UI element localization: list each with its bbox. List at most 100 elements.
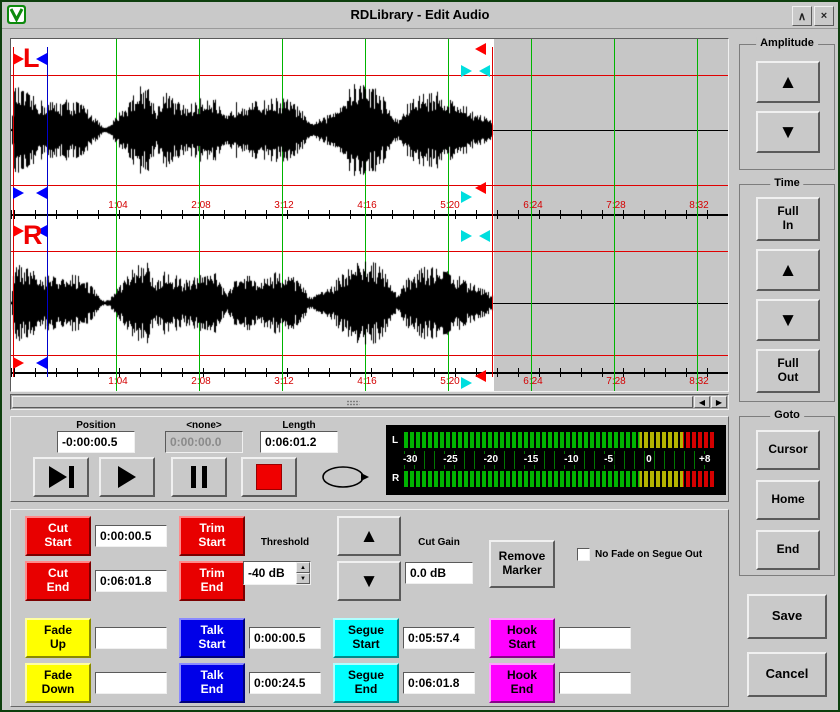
amplitude-group: Amplitude ▲ ▼ [739, 44, 835, 170]
amplitude-up-button[interactable]: ▲ [756, 61, 820, 103]
talk-end-mid-marker[interactable] [36, 187, 47, 199]
play-button[interactable] [99, 457, 155, 497]
segue-end-button[interactable]: Segue End [333, 663, 399, 703]
cut-start-button[interactable]: Cut Start [25, 516, 91, 556]
zoom-in-button[interactable]: ▲ [756, 249, 820, 291]
talk-end-field[interactable]: 0:00:24.5 [249, 672, 321, 694]
waveform-display[interactable]: 1:041:042:082:083:123:124:164:165:205:20… [10, 38, 729, 392]
segue-end-l-marker[interactable] [479, 65, 490, 77]
segue-start-b-marker[interactable] [461, 377, 472, 389]
segue-start-button[interactable]: Segue Start [333, 618, 399, 658]
time-group: Time Full In ▲ ▼ Full Out [739, 184, 835, 402]
talk-start-mid-marker[interactable] [13, 187, 24, 199]
cancel-button[interactable]: Cancel [747, 652, 827, 697]
loop-icon [317, 462, 369, 492]
meter-scale-label: -25 [442, 454, 458, 465]
hook-start-field[interactable] [559, 627, 631, 649]
goto-home-button[interactable]: Home [756, 480, 820, 520]
waveform-inner: 1:041:042:082:083:123:124:164:165:205:20… [11, 39, 728, 391]
threshold-spinner[interactable]: -40 dB ▲ ▼ [243, 561, 311, 585]
play-from-start-button[interactable] [33, 457, 89, 497]
scroll-right-button[interactable]: ▶ [711, 396, 727, 408]
cut-start-field[interactable]: 0:00:00.5 [95, 525, 167, 547]
talk-end-line[interactable] [47, 47, 48, 377]
pause-button[interactable] [171, 457, 227, 497]
gain-down-button[interactable]: ▼ [337, 561, 401, 601]
timeline-ticks-bottom [11, 368, 728, 377]
trim-end-button[interactable]: Trim End [179, 561, 245, 601]
meter-scale: -30-25-20-15-10-50+8 [404, 451, 714, 469]
talk-start-field[interactable]: 0:00:00.5 [249, 627, 321, 649]
threshold-spin-down[interactable]: ▼ [296, 573, 310, 584]
play-from-start-bar-icon [69, 466, 74, 488]
position-label: Position [51, 420, 141, 431]
cut-end-field[interactable]: 0:06:01.8 [95, 570, 167, 592]
gain-up-button[interactable]: ▲ [337, 516, 401, 556]
scroll-left-button[interactable]: ◀ [694, 396, 710, 408]
titlebar[interactable]: RDLibrary - Edit Audio ∧ × [2, 2, 838, 29]
trim-start-button[interactable]: Trim Start [179, 516, 245, 556]
save-button[interactable]: Save [747, 594, 827, 639]
fade-down-field[interactable] [95, 672, 167, 694]
amplitude-group-label: Amplitude [756, 37, 818, 49]
hook-end-button[interactable]: Hook End [489, 663, 555, 703]
shade-window-button[interactable]: ∧ [792, 6, 812, 26]
position-field[interactable]: -0:00:00.5 [57, 431, 135, 453]
zoom-out-button[interactable]: ▼ [756, 299, 820, 341]
cut-start-line[interactable] [13, 47, 14, 377]
segue-start-l-marker[interactable] [461, 65, 472, 77]
meter-scale-label: -15 [523, 454, 539, 465]
no-fade-checkbox[interactable] [577, 548, 590, 561]
full-in-button[interactable]: Full In [756, 197, 820, 241]
hook-start-button[interactable]: Hook Start [489, 618, 555, 658]
talk-start-button[interactable]: Talk Start [179, 618, 245, 658]
close-window-button[interactable]: × [814, 6, 834, 26]
scrollbar-thumb[interactable] [12, 396, 693, 408]
marker-time-field: 0:00:00.0 [165, 431, 243, 453]
play-icon [118, 466, 136, 488]
cut-start-b-marker[interactable] [13, 357, 24, 369]
talk-end-button[interactable]: Talk End [179, 663, 245, 703]
fade-down-button[interactable]: Fade Down [25, 663, 91, 703]
loop-button[interactable] [311, 457, 375, 497]
remove-marker-button[interactable]: Remove Marker [489, 540, 555, 588]
cut-end-button[interactable]: Cut End [25, 561, 91, 601]
zoom-in-icon: ▲ [779, 261, 798, 280]
amplitude-down-button[interactable]: ▼ [756, 111, 820, 153]
hook-end-field[interactable] [559, 672, 631, 694]
window-title: RDLibrary - Edit Audio [2, 7, 838, 22]
fade-up-field[interactable] [95, 627, 167, 649]
meter-right-label: R [392, 473, 402, 484]
talk-end-b-marker[interactable] [36, 357, 47, 369]
threshold-value[interactable]: -40 dB [248, 566, 285, 580]
meter-right-bar [404, 471, 714, 487]
segue-end-field[interactable]: 0:06:01.8 [403, 672, 475, 694]
cut-end-b-marker[interactable] [475, 370, 486, 382]
full-out-button[interactable]: Full Out [756, 349, 820, 393]
cut-end-l-marker[interactable] [475, 43, 486, 55]
meter-scale-label: -10 [563, 454, 579, 465]
segue-start-r-marker[interactable] [461, 230, 472, 242]
goto-group-label: Goto [770, 409, 804, 421]
segue-end-r-marker[interactable] [479, 230, 490, 242]
amplitude-down-icon: ▼ [779, 123, 798, 142]
goto-end-button[interactable]: End [756, 530, 820, 570]
meter-scale-label: +8 [698, 454, 711, 465]
stop-icon [256, 464, 282, 490]
stop-button[interactable] [241, 457, 297, 497]
waveform-scrollbar[interactable]: ◀ ▶ [10, 394, 729, 410]
scrollbar-grip [346, 400, 359, 406]
threshold-spin-up[interactable]: ▲ [296, 562, 310, 573]
length-label: Length [254, 420, 344, 431]
cut-gain-field[interactable]: 0.0 dB [405, 562, 473, 584]
cut-end-line[interactable] [492, 47, 493, 377]
goto-cursor-button[interactable]: Cursor [756, 430, 820, 470]
segue-start-mid-marker[interactable] [461, 191, 472, 203]
edit-audio-window: RDLibrary - Edit Audio ∧ × 1:041:042:082… [0, 0, 840, 712]
cut-end-mid-marker[interactable] [475, 182, 486, 194]
time-group-label: Time [770, 177, 803, 189]
segue-start-field[interactable]: 0:05:57.4 [403, 627, 475, 649]
fade-up-button[interactable]: Fade Up [25, 618, 91, 658]
gain-up-icon: ▲ [360, 527, 379, 546]
pause-bar1-icon [191, 466, 196, 488]
